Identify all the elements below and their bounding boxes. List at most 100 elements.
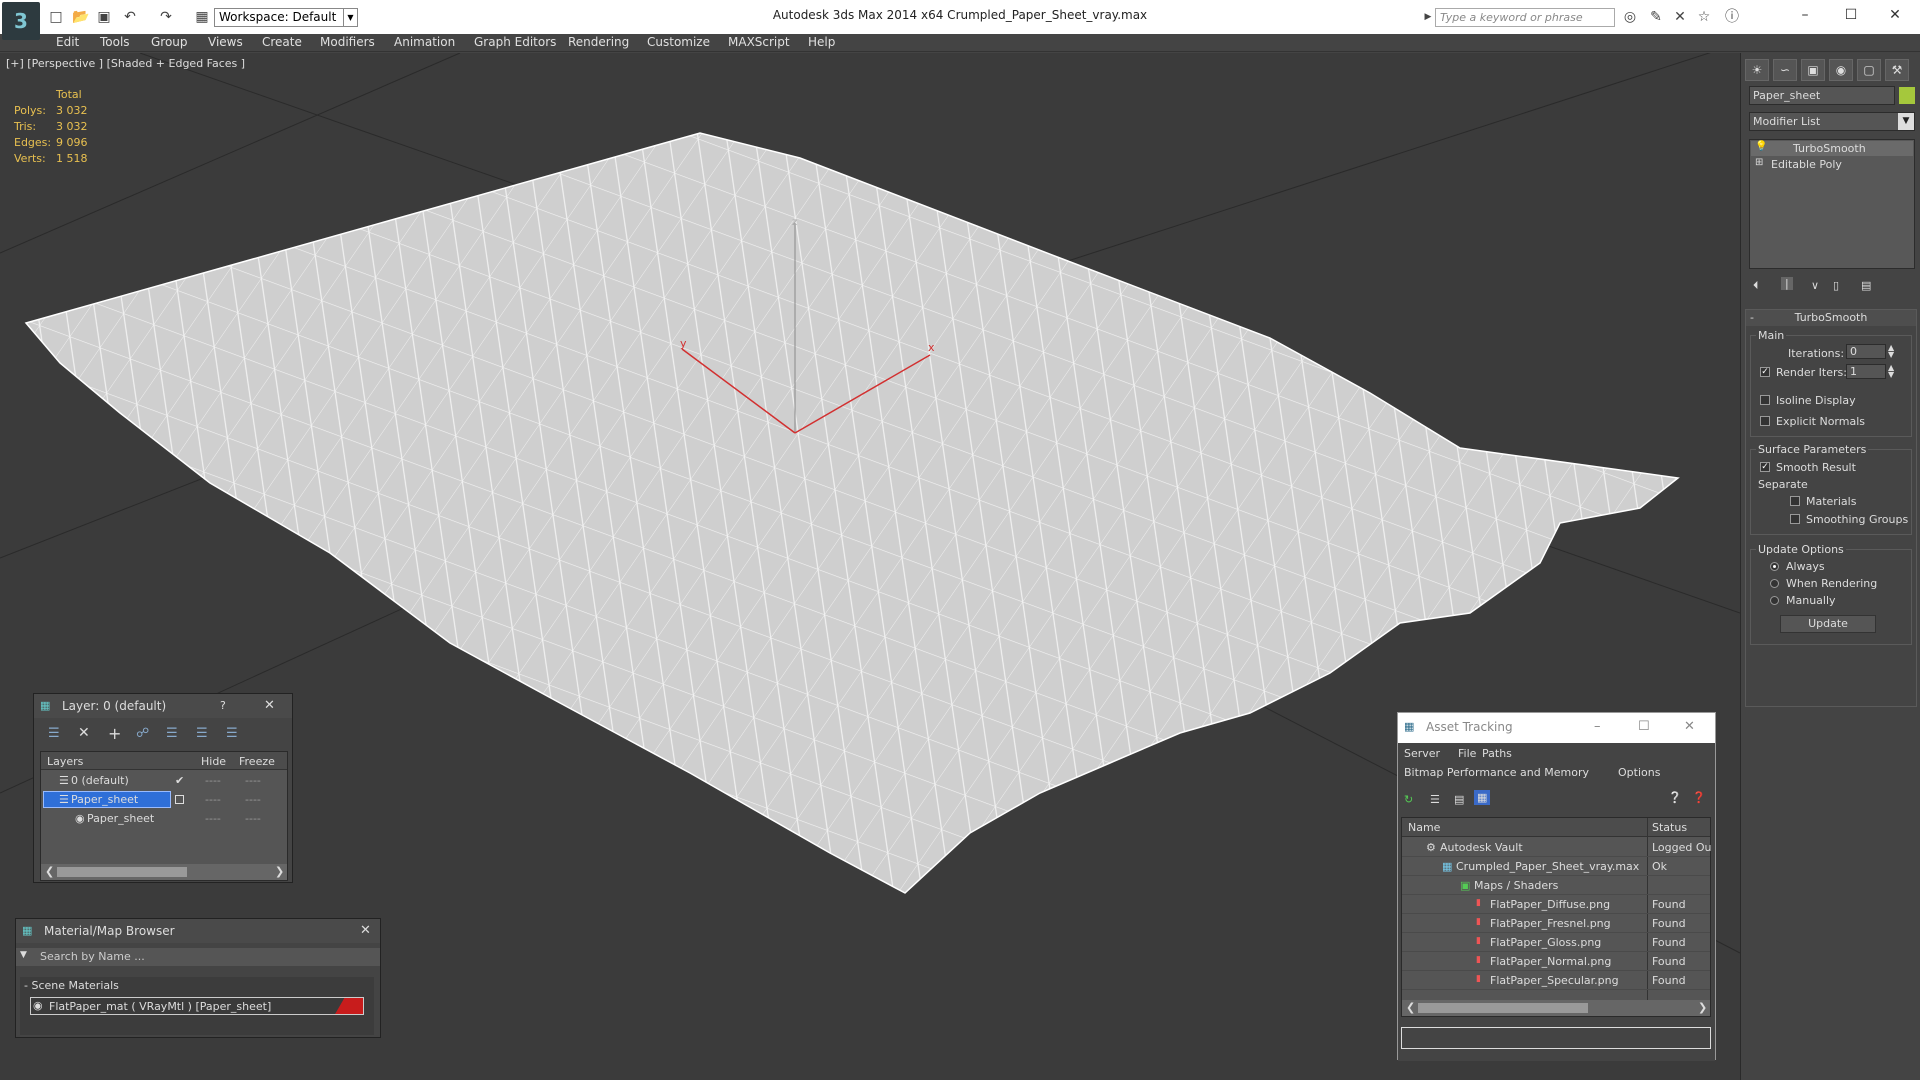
layer-row[interactable]: ◉ Paper_sheet ---- ---- [41,810,287,828]
vault-help-icon[interactable]: ❔ [1668,791,1682,804]
rollout-header[interactable]: - TurboSmooth [1746,310,1916,326]
expand-icon[interactable]: ▶ [1420,9,1436,25]
binoculars-icon[interactable]: ◎ [1622,9,1638,25]
help-icon[interactable]: ? [220,699,226,712]
menu-file[interactable]: File [1458,747,1476,760]
pin-stack-icon[interactable]: ⏴ [1753,279,1759,293]
layer-window-header[interactable]: ▦ Layer: 0 (default) ? ✕ [34,694,292,718]
minimize-icon[interactable]: – [1790,4,1820,26]
layer-row[interactable]: ☰ 0 (default) ✔ ---- ---- [41,772,287,790]
viewport-label[interactable]: [+] [Perspective ] [Shaded + Edged Faces… [6,57,245,70]
scroll-left-icon[interactable]: ❮ [1406,1001,1415,1014]
stack-item-turbosmooth[interactable]: 💡 TurboSmooth [1751,141,1913,156]
layer-freeze-toggle[interactable]: ---- [245,774,261,787]
active-layer-checkbox[interactable] [175,795,184,804]
layer-freeze-toggle[interactable]: ---- [245,812,261,825]
display-tab-icon[interactable]: ▢ [1857,59,1881,81]
new-file-icon[interactable]: □ [48,9,64,25]
maximize-icon[interactable]: ☐ [1836,4,1866,26]
redo-icon[interactable]: ↷ [158,9,174,25]
modifier-list-dropdown[interactable]: Modifier List ▼ [1749,112,1915,131]
menu-views[interactable]: Views [208,35,243,49]
update-button[interactable]: Update [1780,615,1876,633]
menu-create[interactable]: Create [262,35,302,49]
menu-edit[interactable]: Edit [56,35,79,49]
select-objects-icon[interactable]: ☍ [136,726,149,741]
menu-graph-editors[interactable]: Graph Editors [474,35,556,49]
close-icon[interactable]: ✕ [1684,719,1695,734]
scroll-right-icon[interactable]: ❯ [1698,1001,1707,1014]
scene-materials-header[interactable]: - Scene Materials [24,979,119,992]
layer-hide-toggle[interactable]: ---- [205,774,221,787]
column-header-freeze[interactable]: Freeze [239,755,275,768]
render-iters-checkbox[interactable]: ✓ [1760,367,1770,377]
update-always-radio[interactable] [1770,562,1779,571]
help-icon[interactable]: ❓ [1692,791,1706,804]
column-header-layers[interactable]: Layers [47,755,83,768]
asset-row[interactable]: ▮ FlatPaper_Gloss.png Found [1402,933,1710,952]
spinner-arrows-icon[interactable]: ▲ ▼ [1888,364,1894,379]
menu-options[interactable]: Options [1618,766,1660,779]
material-search-input[interactable]: Search by Name ... [40,950,145,963]
layer-row[interactable]: ☰ Paper_sheet ---- ---- [41,791,287,809]
new-layer-icon[interactable]: ☰ [48,726,60,741]
object-name-field[interactable]: Paper_sheet [1749,86,1895,105]
stack-item-editable-poly[interactable]: ⊞ Editable Poly [1751,157,1913,172]
horizontal-scrollbar[interactable]: ❮ ❯ [1402,1000,1710,1016]
smooth-result-checkbox[interactable]: ✓ [1760,462,1770,472]
modify-tab-icon[interactable]: ∽ [1773,59,1797,81]
iterations-spinner[interactable]: 0 [1846,344,1886,359]
save-icon[interactable]: ▣ [96,9,112,25]
close-icon[interactable]: ✕ [1880,4,1910,26]
materials-checkbox[interactable] [1790,496,1800,506]
column-header-name[interactable]: Name [1408,821,1440,834]
menu-bitmap-performance[interactable]: Bitmap Performance and Memory [1404,766,1589,779]
asset-row[interactable]: ▮ FlatPaper_Diffuse.png Found [1402,895,1710,914]
highlight-layer-icon[interactable]: ☰ [166,726,178,741]
update-manually-radio[interactable] [1770,596,1779,605]
communication-icon[interactable]: ✎ [1648,9,1664,25]
motion-tab-icon[interactable]: ◉ [1829,59,1853,81]
scroll-right-icon[interactable]: ❯ [275,865,284,878]
active-layer-checkmark[interactable]: ✔ [175,774,184,787]
remove-modifier-icon[interactable]: ▯ [1833,279,1839,292]
create-tab-icon[interactable]: ☀ [1745,59,1769,81]
menu-rendering[interactable]: Rendering [568,35,629,49]
asset-row[interactable]: ▦ Crumpled_Paper_Sheet_vray.max Ok [1402,857,1710,876]
workspace-dropdown[interactable]: Workspace: Default ▼ [214,8,358,27]
utilities-tab-icon[interactable]: ⚒ [1885,59,1909,81]
asset-tracking-header[interactable]: ▦ Asset Tracking – ☐ ✕ [1398,713,1715,743]
exchange-icon[interactable]: ✕ [1672,9,1688,25]
favorites-star-icon[interactable]: ☆ [1696,9,1712,25]
layer-freeze-toggle[interactable]: ---- [245,793,261,806]
delete-layer-icon[interactable]: ✕ [78,725,90,741]
material-browser-header[interactable]: ▦ Material/Map Browser ✕ [16,919,380,943]
hide-all-icon[interactable]: ☰ [196,726,208,741]
bulb-icon[interactable]: 💡 [1755,141,1767,152]
menu-customize[interactable]: Customize [647,35,710,49]
menu-server[interactable]: Server [1404,747,1440,760]
asset-row[interactable]: ▣ Maps / Shaders [1402,876,1710,895]
material-search-bar[interactable]: ▼ Search by Name ... [16,948,380,966]
asset-row[interactable]: ▮ FlatPaper_Normal.png Found [1402,952,1710,971]
table-view-icon[interactable]: ▦ [1474,790,1491,805]
maximize-icon[interactable]: ☐ [1638,719,1650,734]
app-logo-icon[interactable]: 3 [2,2,40,40]
render-iters-spinner[interactable]: 1 [1846,364,1886,379]
options-chevron-icon[interactable]: ▼ [20,950,27,960]
project-folder-icon[interactable]: ▦ [194,9,210,25]
scroll-left-icon[interactable]: ❮ [45,865,54,878]
asset-path-field[interactable] [1401,1027,1711,1049]
help-icon[interactable]: ⓘ [1724,9,1740,25]
menu-modifiers[interactable]: Modifiers [320,35,375,49]
refresh-icon[interactable]: ↻ [1404,793,1413,806]
expand-plus-icon[interactable]: ⊞ [1755,157,1763,168]
menu-paths[interactable]: Paths [1482,747,1512,760]
layer-hide-toggle[interactable]: ---- [205,812,221,825]
layer-hide-toggle[interactable]: ---- [205,793,221,806]
open-file-icon[interactable]: 📂 [72,9,89,25]
material-entry[interactable]: ◉ FlatPaper_mat ( VRayMtl ) [Paper_sheet… [30,997,364,1015]
list-view-icon[interactable]: ☰ [1430,793,1440,806]
minimize-icon[interactable]: – [1594,719,1601,734]
explicit-normals-checkbox[interactable] [1760,416,1770,426]
